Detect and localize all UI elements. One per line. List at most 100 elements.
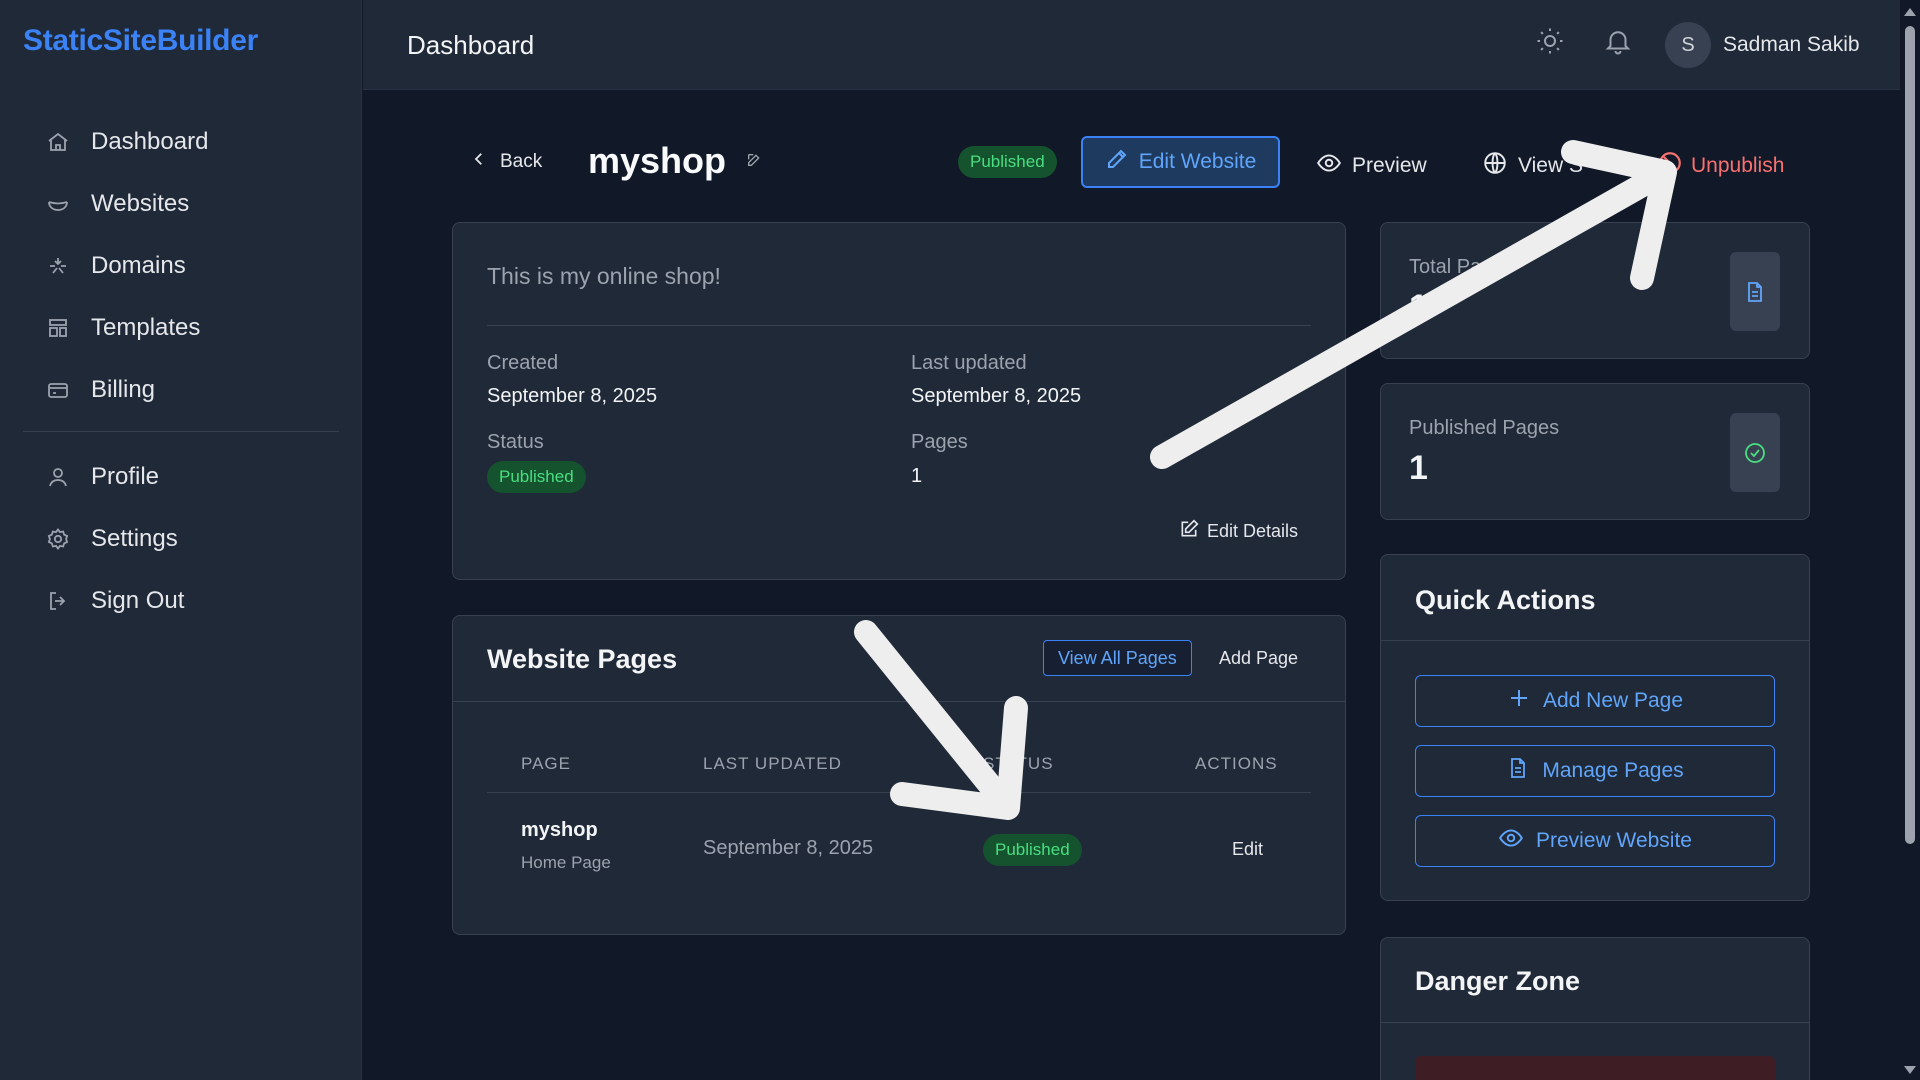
scroll-down-icon[interactable] xyxy=(1904,1066,1916,1074)
eye-icon xyxy=(1498,825,1524,857)
total-pages-value: 1 xyxy=(1409,288,1428,326)
sparkle-icon xyxy=(45,253,71,279)
sidebar-item-label: Websites xyxy=(91,190,190,217)
column-header-last-updated: LAST UPDATED xyxy=(703,754,842,773)
globe-icon xyxy=(1482,150,1508,182)
edit-website-button[interactable]: Edit Website xyxy=(1081,136,1280,188)
view-all-pages-button[interactable]: View All Pages xyxy=(1043,640,1192,676)
published-pages-card: Published Pages 1 xyxy=(1380,383,1810,520)
sidebar-item-sign-out[interactable]: Sign Out xyxy=(23,570,339,632)
page-subtitle: Home Page xyxy=(521,853,611,872)
page-scrollbar[interactable] xyxy=(1900,0,1920,1080)
edit-page-button[interactable]: Edit xyxy=(1232,839,1263,860)
bowl-icon xyxy=(45,191,71,217)
unpublish-label: Unpublish xyxy=(1691,154,1785,177)
pages-divider xyxy=(453,701,1345,702)
sidebar-item-domains[interactable]: Domains xyxy=(23,235,339,297)
manage-pages-button[interactable]: Manage Pages xyxy=(1415,745,1775,797)
gear-icon xyxy=(45,526,71,552)
sidebar-item-label: Billing xyxy=(91,376,156,403)
add-new-page-button[interactable]: Add New Page xyxy=(1415,675,1775,727)
published-pages-label: Published Pages xyxy=(1409,417,1560,439)
layout-icon xyxy=(45,315,71,341)
sidebar-item-label: Settings xyxy=(91,525,178,552)
theme-toggle-button[interactable] xyxy=(1533,26,1567,60)
column-header-page: PAGE xyxy=(521,754,571,773)
edit-details-label: Edit Details xyxy=(1207,521,1299,541)
sidebar: StaticSiteBuilder Dashboard Websites Dom… xyxy=(0,0,362,1080)
view-site-button[interactable]: View S xyxy=(1482,150,1583,182)
status-badge: Published xyxy=(487,461,586,493)
preview-website-label: Preview Website xyxy=(1535,829,1692,852)
sidebar-item-billing[interactable]: Billing xyxy=(23,359,339,421)
edit-icon xyxy=(1179,519,1199,544)
sidebar-item-websites[interactable]: Websites xyxy=(23,173,339,235)
sidebar-item-label: Templates xyxy=(91,314,201,341)
page-title: Dashboard xyxy=(407,30,535,60)
quick-actions-divider xyxy=(1381,640,1809,641)
sidebar-item-templates[interactable]: Templates xyxy=(23,297,339,359)
edit-website-label: Edit Website xyxy=(1138,150,1257,173)
sidebar-item-label: Domains xyxy=(91,252,186,279)
website-pages-card: Website Pages View All Pages Add Page PA… xyxy=(452,615,1346,935)
danger-action-button[interactable] xyxy=(1415,1056,1775,1080)
user-name[interactable]: Sadman Sakib xyxy=(1723,33,1860,57)
avatar[interactable]: S xyxy=(1665,22,1711,68)
sidebar-item-label: Profile xyxy=(91,463,160,490)
sun-icon xyxy=(1535,26,1565,61)
user-icon xyxy=(45,464,71,490)
preview-button[interactable]: Preview xyxy=(1316,150,1427,182)
table-header-divider xyxy=(487,792,1311,793)
sidebar-item-label: Sign Out xyxy=(91,587,185,614)
created-value: September 8, 2025 xyxy=(487,385,658,407)
status-label: Status xyxy=(487,431,544,453)
column-header-status: STATUS xyxy=(983,754,1054,773)
site-description: This is my online shop! xyxy=(487,263,721,289)
danger-zone-card: Danger Zone xyxy=(1380,937,1810,1080)
sidebar-divider xyxy=(23,431,339,432)
notifications-button[interactable] xyxy=(1601,26,1635,60)
sign-out-icon xyxy=(45,588,71,614)
page-updated: September 8, 2025 xyxy=(703,837,874,859)
unpublish-button[interactable]: Unpublish xyxy=(1657,150,1784,182)
add-page-button[interactable]: Add Page xyxy=(1219,648,1298,669)
column-header-actions: ACTIONS xyxy=(1195,754,1278,773)
document-icon xyxy=(1506,756,1530,786)
details-divider xyxy=(487,325,1311,326)
add-new-page-label: Add New Page xyxy=(1542,689,1684,712)
updated-value: September 8, 2025 xyxy=(911,385,1082,407)
back-button[interactable]: Back xyxy=(470,150,542,174)
manage-pages-label: Manage Pages xyxy=(1542,759,1684,782)
edit-site-name-button[interactable] xyxy=(746,152,762,173)
sidebar-item-dashboard[interactable]: Dashboard xyxy=(23,111,339,173)
scroll-thumb[interactable] xyxy=(1905,26,1915,844)
credit-card-icon xyxy=(45,377,71,403)
pages-title: Website Pages xyxy=(487,644,678,674)
sidebar-item-settings[interactable]: Settings xyxy=(23,508,339,570)
total-pages-card: Total Pages 1 xyxy=(1380,222,1810,359)
pages-value: 1 xyxy=(911,465,923,487)
back-label: Back xyxy=(500,151,543,172)
total-pages-label: Total Pages xyxy=(1409,256,1514,278)
quick-actions-title: Quick Actions xyxy=(1415,585,1596,615)
sidebar-item-profile[interactable]: Profile xyxy=(23,446,339,508)
document-icon xyxy=(1730,252,1780,331)
created-label: Created xyxy=(487,352,559,374)
bell-icon xyxy=(1603,26,1633,61)
danger-zone-title: Danger Zone xyxy=(1415,966,1581,996)
page-name: myshop xyxy=(521,819,598,841)
pencil-icon xyxy=(1105,147,1129,177)
sidebar-item-label: Dashboard xyxy=(91,128,209,155)
ban-icon xyxy=(1657,150,1683,182)
eye-icon xyxy=(1316,150,1342,182)
preview-website-button[interactable]: Preview Website xyxy=(1415,815,1775,867)
brand-logo[interactable]: StaticSiteBuilder xyxy=(23,24,258,58)
website-details-card: This is my online shop! Created Septembe… xyxy=(452,222,1346,580)
check-circle-icon xyxy=(1730,413,1780,492)
scroll-up-icon[interactable] xyxy=(1904,8,1916,16)
edit-details-button[interactable]: Edit Details xyxy=(1179,519,1298,544)
chevron-left-icon xyxy=(470,150,488,174)
view-site-label: View S xyxy=(1518,154,1583,177)
danger-zone-divider xyxy=(1381,1022,1809,1023)
preview-label: Preview xyxy=(1352,154,1427,177)
